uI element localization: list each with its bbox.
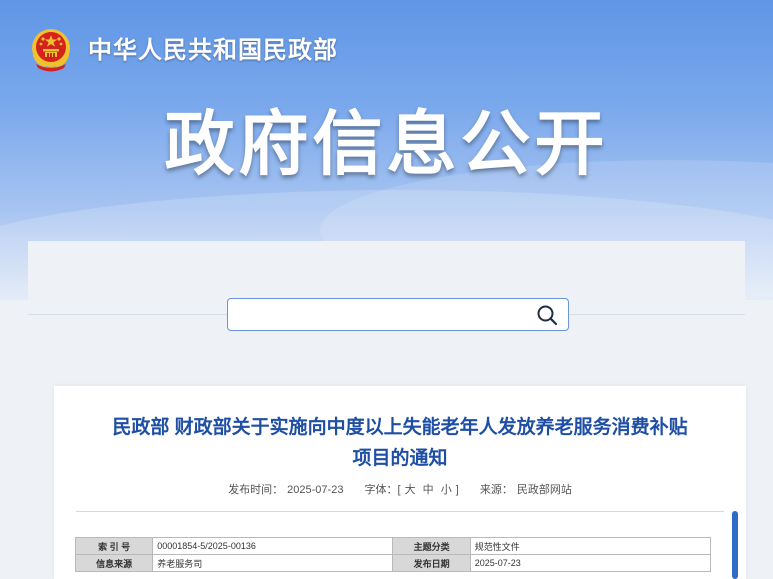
info-table: 索 引 号 00001854-5/2025-00136 主题分类 规范性文件 信… <box>74 537 712 572</box>
source-label: 来源： <box>479 484 513 496</box>
divider <box>76 511 724 512</box>
article-card: 民政部 财政部关于实施向中度以上失能老年人发放养老服务消费补贴 项目的通知 发布… <box>54 386 746 579</box>
font-size-small[interactable]: 小 <box>441 484 452 496</box>
banner-title: 政府信息公开 <box>164 105 609 183</box>
article-title-line: 项目的通知 <box>352 448 448 469</box>
table-row: 索 引 号 00001854-5/2025-00136 主题分类 规范性文件 <box>74 537 712 555</box>
scrollbar-thumb[interactable] <box>732 511 738 579</box>
publish-date-label: 发布日期 <box>392 554 471 572</box>
national-emblem-icon[interactable] <box>28 26 74 72</box>
index-number-value: 00001854-5/2025-00136 <box>152 537 394 555</box>
table-row: 信息来源 养老服务司 发布日期 2025-07-23 <box>74 554 712 572</box>
font-size-medium[interactable]: 中 <box>423 484 434 496</box>
info-source-value: 养老服务司 <box>152 554 394 572</box>
font-size-label: 字体：[ <box>364 484 401 496</box>
search-input[interactable] <box>236 303 530 328</box>
ministry-name[interactable]: 中华人民共和国民政部 <box>88 30 338 65</box>
topic-category-value: 规范性文件 <box>469 537 712 555</box>
article-title: 民政部 财政部关于实施向中度以上失能老年人发放养老服务消费补贴 项目的通知 <box>54 412 746 474</box>
publish-date: 2025-07-23 <box>287 484 344 496</box>
topic-category-label: 主题分类 <box>392 537 471 555</box>
font-size-large[interactable]: 大 <box>405 484 416 496</box>
article-title-line: 民政部 财政部关于实施向中度以上失能老年人发放养老服务消费补贴 <box>112 417 688 438</box>
publish-label: 发布时间： <box>228 484 284 496</box>
search-box[interactable] <box>227 298 569 331</box>
index-number-label: 索 引 号 <box>74 537 154 555</box>
publish-date-value: 2025-07-23 <box>469 554 712 572</box>
font-size-close: ] <box>455 484 459 496</box>
article-meta: 发布时间： 2025-07-23 字体：[ 大 中 小] 来源： 民政部网站 <box>54 481 746 497</box>
search-icon[interactable] <box>536 304 558 326</box>
info-source-label: 信息来源 <box>74 554 154 572</box>
source-value: 民政部网站 <box>516 484 572 496</box>
